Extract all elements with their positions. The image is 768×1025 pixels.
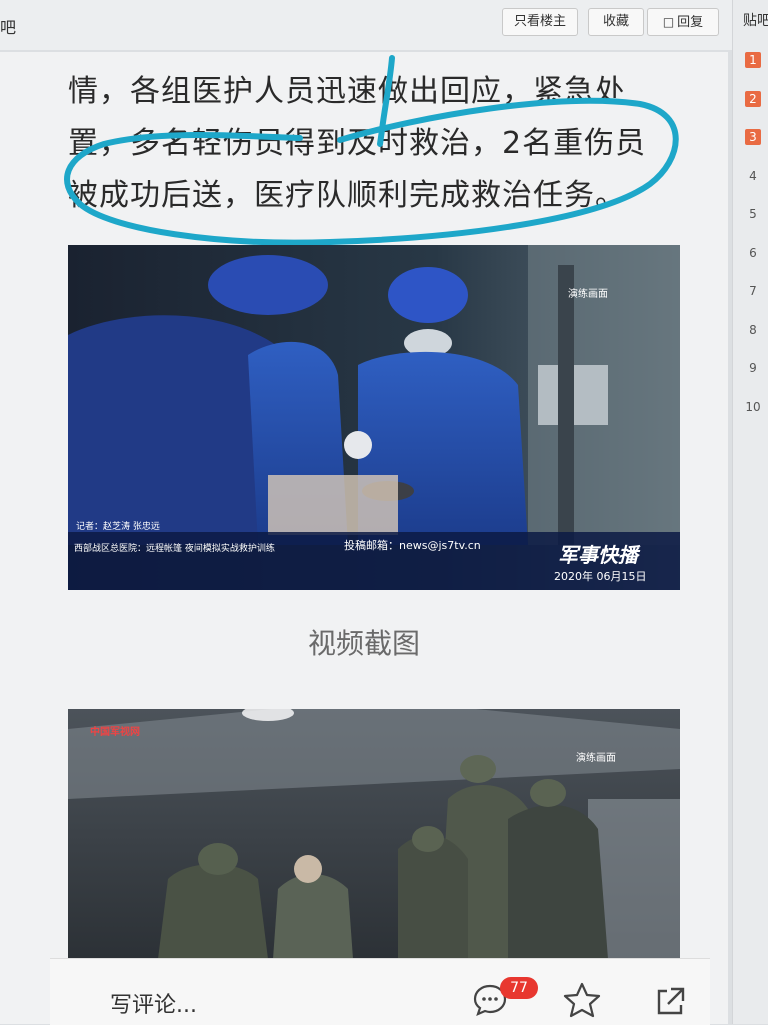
program-logo: 军事快播 <box>558 543 638 567</box>
post-toolbar: 吧 只看楼主 收藏 □ 回复 <box>0 0 768 50</box>
news-ticker: 西部战区总医院：远程帐篷 夜间模拟实战救护训练 <box>74 544 275 554</box>
rank-number[interactable]: 10 <box>745 399 761 415</box>
rail-title: 贴吧 <box>743 13 768 29</box>
submission-email: 投稿邮箱：news@js7tv.cn <box>344 539 481 552</box>
favorite-button[interactable]: 收藏 <box>588 8 644 36</box>
broadcast-date: 2020年 06月15日 <box>554 570 647 583</box>
reply-label: 回复 <box>677 15 704 30</box>
bottom-action-bar: 写评论... 77 <box>50 958 710 1025</box>
drill-tag: 演练画面 <box>568 289 608 300</box>
rank-number[interactable]: 3 <box>745 129 761 145</box>
tent-photo[interactable]: 中国军视网 演练画面 <box>68 709 680 959</box>
channel-logo: 中国军视网 <box>90 727 140 738</box>
site-logo-fragment: 吧 <box>0 18 17 37</box>
drill-tag: 演练画面 <box>576 753 616 764</box>
surgery-photo[interactable]: 记者：赵芝涛 张忠远 西部战区总医院：远程帐篷 夜间模拟实战救护训练 投稿邮箱：… <box>68 245 680 590</box>
rank-number[interactable]: 1 <box>745 52 761 68</box>
comment-count-badge: 77 <box>500 977 538 999</box>
reply-button[interactable]: □ 回复 <box>647 8 719 36</box>
only-op-button[interactable]: 只看楼主 <box>502 8 578 36</box>
post-line: 情，各组医护人员迅速做出回应，紧急处 <box>68 74 626 109</box>
rank-number[interactable]: 2 <box>745 91 761 107</box>
star-icon[interactable] <box>563 981 601 1019</box>
comment-input[interactable]: 写评论... <box>110 987 197 1019</box>
post-paragraph: 情，各组医护人员迅速做出回应，紧急处 置，多名轻伤员得到及时救治，2名重伤员 被… <box>68 66 684 222</box>
photo-caption: 视频截图 <box>307 627 420 660</box>
rank-number[interactable]: 8 <box>745 322 761 338</box>
rank-number[interactable]: 5 <box>745 206 761 222</box>
tent-scene-image <box>68 709 680 959</box>
hot-list-rail: 贴吧 1 2 3 4 5 6 7 8 9 10 <box>732 0 768 1024</box>
post-line: 置，多名轻伤员得到及时救治，2名重伤员 <box>68 126 647 161</box>
post-content: 情，各组医护人员迅速做出回应，紧急处 置，多名轻伤员得到及时救治，2名重伤员 被… <box>0 52 728 1024</box>
rank-number[interactable]: 4 <box>745 168 761 184</box>
reply-icon: □ <box>662 15 675 29</box>
post-line: 被成功后送，医疗队顺利完成救治任务。 <box>68 178 626 213</box>
share-icon[interactable] <box>653 985 687 1019</box>
rank-number[interactable]: 7 <box>745 283 761 299</box>
rank-number[interactable]: 6 <box>745 245 761 261</box>
reporter-credit: 记者：赵芝涛 张忠远 <box>76 522 160 532</box>
rank-number[interactable]: 9 <box>745 360 761 376</box>
